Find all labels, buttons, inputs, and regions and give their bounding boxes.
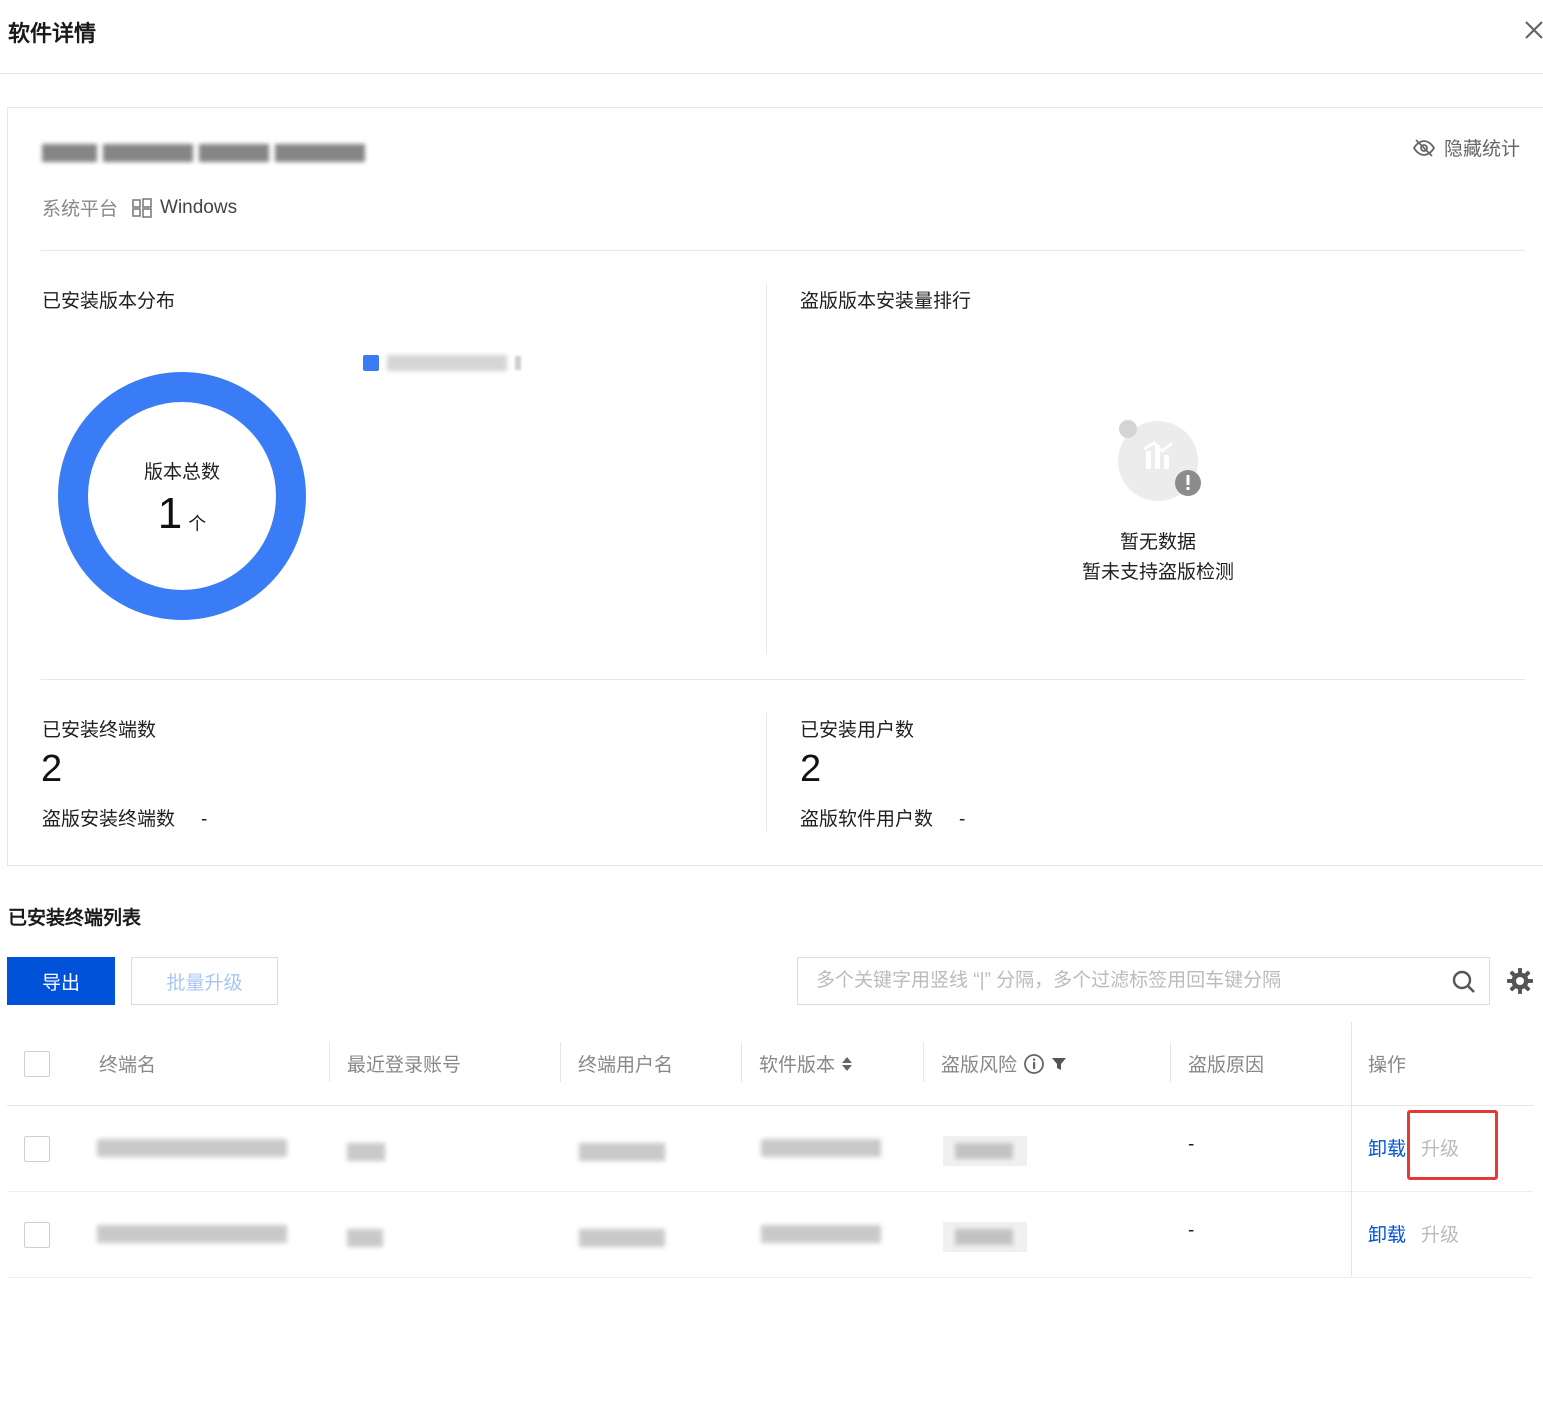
last-login-redacted <box>347 1143 385 1161</box>
version-donut-chart: 版本总数 1 个 <box>58 372 306 620</box>
pirated-users-value: - <box>959 809 966 830</box>
pirated-terminals-row: 盗版安装终端数 - <box>42 804 207 831</box>
pirated-users-row: 盗版软件用户数 - <box>800 804 965 831</box>
software-info-card: 隐藏统计 系统平台 Windows 已安装版本分布 版本总数 1 个 盗版版本安… <box>7 107 1543 866</box>
col-last-login: 最近登录账号 <box>347 1050 461 1077</box>
col-last-login-label: 最近登录账号 <box>347 1055 462 1076</box>
col-terminal-user: 终端用户名 <box>578 1050 673 1077</box>
version-redacted <box>761 1139 881 1157</box>
filter-icon[interactable] <box>1051 1056 1067 1072</box>
legend-swatch <box>363 355 379 371</box>
terminal-name-redacted <box>97 1225 287 1243</box>
version-redacted <box>761 1225 881 1243</box>
distribution-title: 已安装版本分布 <box>42 291 176 312</box>
col-piracy-risk-label: 盗版风险 <box>941 1055 1018 1076</box>
search-input[interactable] <box>816 970 1436 992</box>
terminal-table: 终端名 最近登录账号 终端用户名 软件版本 盗版风险 盗版原因 操作 - 卸载 … <box>7 1022 1533 1278</box>
pirated-terminals-label: 盗版安装终端数 <box>42 809 176 830</box>
upgrade-link[interactable]: 升级 <box>1421 1220 1459 1247</box>
empty-title: 暂无数据 <box>1119 532 1196 553</box>
col-piracy-risk: 盗版风险 <box>941 1050 1067 1077</box>
software-name-redacted <box>42 138 367 168</box>
row-checkbox[interactable] <box>24 1222 50 1248</box>
search-box <box>797 957 1490 1005</box>
piracy-risk-tag <box>943 1222 1027 1252</box>
fixed-column-divider <box>1351 1022 1352 1276</box>
chart-legend <box>363 355 521 371</box>
divider <box>766 284 767 654</box>
uninstall-link[interactable]: 卸载 <box>1368 1220 1406 1247</box>
col-separator <box>560 1042 561 1082</box>
legend-value-redacted <box>515 356 521 370</box>
col-software-version[interactable]: 软件版本 <box>759 1050 853 1077</box>
table-row: - 卸载 升级 <box>7 1106 1533 1192</box>
piracy-risk-tag <box>943 1136 1027 1166</box>
col-actions-label: 操作 <box>1368 1055 1407 1076</box>
donut-total-value: 1 <box>157 488 183 538</box>
col-actions: 操作 <box>1368 1050 1406 1077</box>
pirated-terminals-value: - <box>201 809 208 830</box>
terminal-user-redacted <box>579 1229 665 1247</box>
col-terminal-name-label: 终端名 <box>99 1055 157 1076</box>
hide-stats-button[interactable]: 隐藏统计 <box>1412 134 1520 161</box>
sort-icon[interactable] <box>841 1056 853 1072</box>
table-row: - 卸载 升级 <box>7 1192 1533 1278</box>
gear-icon[interactable] <box>1506 967 1534 995</box>
terminal-user-redacted <box>579 1143 665 1161</box>
col-terminal-name: 终端名 <box>99 1050 156 1077</box>
terminal-list-title: 已安装终端列表 <box>8 908 142 929</box>
info-icon[interactable] <box>1023 1053 1045 1075</box>
col-piracy-reason: 盗版原因 <box>1188 1050 1264 1077</box>
eye-off-icon <box>1412 138 1436 157</box>
dialog-header: 软件详情 <box>0 0 1543 74</box>
col-piracy-reason-label: 盗版原因 <box>1188 1055 1265 1076</box>
col-separator <box>1170 1042 1171 1082</box>
dialog-title: 软件详情 <box>8 21 97 46</box>
installed-terminals-label: 已安装终端数 <box>42 720 157 741</box>
batch-upgrade-button[interactable]: 批量升级 <box>131 957 278 1005</box>
donut-center-label: 版本总数 <box>143 461 220 483</box>
search-icon[interactable] <box>1451 969 1477 995</box>
row-checkbox[interactable] <box>24 1136 50 1162</box>
empty-state: 暂无数据 暂未支持盗版检测 <box>1068 413 1248 588</box>
legend-label-redacted <box>387 355 507 371</box>
piracy-reason: - <box>1188 1134 1195 1155</box>
uninstall-link[interactable]: 卸载 <box>1368 1134 1406 1161</box>
platform-row: 系统平台 Windows <box>42 194 237 221</box>
col-terminal-user-label: 终端用户名 <box>578 1055 674 1076</box>
highlight-annotation <box>1407 1110 1498 1180</box>
windows-icon <box>132 197 152 218</box>
export-button[interactable]: 导出 <box>7 957 115 1005</box>
piracy-reason: - <box>1188 1220 1195 1241</box>
col-separator <box>923 1042 924 1082</box>
platform-value: Windows <box>160 196 238 218</box>
divider <box>766 713 767 831</box>
divider <box>41 679 1525 680</box>
platform-label: 系统平台 <box>42 199 119 220</box>
col-separator <box>741 1042 742 1082</box>
terminal-name-redacted <box>97 1139 287 1157</box>
close-icon[interactable] <box>1522 18 1543 42</box>
divider <box>41 250 1525 251</box>
select-all-checkbox[interactable] <box>24 1051 50 1077</box>
installed-users-value: 2 <box>800 748 822 790</box>
no-data-icon <box>1118 420 1201 501</box>
table-header: 终端名 最近登录账号 终端用户名 软件版本 盗版风险 盗版原因 操作 <box>7 1022 1533 1106</box>
piracy-ranking-title: 盗版版本安装量排行 <box>800 291 972 312</box>
last-login-redacted <box>347 1229 383 1247</box>
hide-stats-label: 隐藏统计 <box>1444 139 1521 160</box>
installed-users-label: 已安装用户数 <box>800 720 915 741</box>
pirated-users-label: 盗版软件用户数 <box>800 809 934 830</box>
donut-unit: 个 <box>188 513 207 534</box>
col-software-version-label: 软件版本 <box>759 1055 836 1076</box>
col-separator <box>329 1042 330 1082</box>
installed-terminals-value: 2 <box>41 748 63 790</box>
empty-subtitle: 暂未支持盗版检测 <box>1081 562 1234 583</box>
